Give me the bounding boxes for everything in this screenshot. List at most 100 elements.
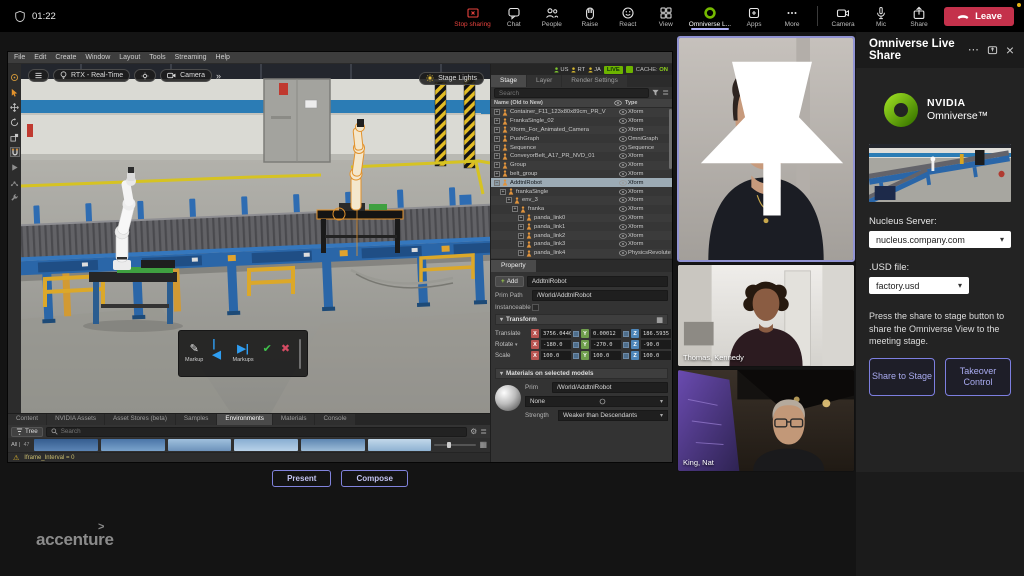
raise-hand-button[interactable]: Raise	[575, 4, 605, 28]
viewport-settings-button[interactable]	[134, 69, 156, 82]
stage-tree-row[interactable]: + panda_link1 Xform	[491, 222, 672, 231]
environment-thumbnail[interactable]	[34, 439, 98, 451]
transform-section-header[interactable]: ▾ Transform ▦	[495, 314, 668, 325]
all-filter-label[interactable]: All |	[11, 442, 21, 448]
markup-scrollbar[interactable]	[299, 339, 301, 369]
stage-tree-row[interactable]: + panda_link3 Xform	[491, 240, 672, 249]
visibility-eye-icon[interactable]	[618, 197, 628, 203]
expander-icon[interactable]: +	[518, 241, 524, 247]
markup-pencil-button[interactable]: ✎ Markup	[185, 344, 203, 363]
content-tab[interactable]: Materials	[273, 414, 315, 425]
content-tab[interactable]: Content	[8, 414, 46, 425]
visibility-eye-icon[interactable]	[618, 241, 628, 247]
stage-tree-row[interactable]: + env_3 Xform	[491, 196, 672, 205]
environment-thumbnail[interactable]	[368, 439, 432, 451]
move-tool-icon[interactable]	[10, 102, 20, 112]
tree-scrollbar[interactable]	[669, 109, 672, 169]
popout-icon[interactable]	[987, 44, 998, 57]
grid-view-icon[interactable]: ▦	[479, 441, 487, 449]
filter-icon[interactable]	[652, 89, 659, 98]
menu-item[interactable]: Help	[216, 54, 230, 61]
prim-name-field[interactable]: AddtnlRobot	[527, 276, 668, 287]
chat-button[interactable]: Chat	[499, 4, 529, 28]
x-value-field[interactable]: -180.0	[541, 340, 571, 349]
stage-tree-row[interactable]: + franka Xform	[491, 205, 672, 214]
play-icon[interactable]	[10, 162, 20, 172]
stage-search-input[interactable]	[499, 90, 644, 97]
content-tab[interactable]: Environments	[217, 414, 272, 425]
visibility-eye-icon[interactable]	[618, 145, 628, 151]
environment-thumbnail[interactable]	[168, 439, 232, 451]
gear-icon[interactable]: ⚙	[470, 428, 477, 436]
expander-icon[interactable]: +	[518, 215, 524, 221]
select-tool-icon[interactable]	[10, 87, 20, 97]
x-lock-checkbox[interactable]	[573, 331, 579, 337]
pinned-participant-video[interactable]	[677, 36, 855, 262]
content-tab[interactable]: Samples	[176, 414, 217, 425]
expander-icon[interactable]: +	[494, 127, 500, 133]
compose-button[interactable]: Compose	[341, 470, 407, 487]
expander-icon[interactable]: +	[506, 197, 512, 203]
environment-thumbnail[interactable]	[101, 439, 165, 451]
materials-section-header[interactable]: ▾ Materials on selected models	[495, 368, 668, 379]
markup-next-button[interactable]: ▶| Markups	[233, 344, 254, 363]
visibility-eye-icon[interactable]	[618, 118, 628, 124]
y-value-field[interactable]: 0.00012	[591, 329, 621, 338]
wrench-tool-icon[interactable]	[10, 192, 20, 202]
visibility-eye-icon[interactable]	[618, 189, 628, 195]
usd-file-select[interactable]: factory.usd ▾	[869, 277, 969, 294]
visibility-eye-icon[interactable]	[618, 127, 628, 133]
rotate-tool-icon[interactable]	[10, 117, 20, 127]
people-button[interactable]: People	[537, 4, 567, 28]
visibility-eye-icon[interactable]	[618, 215, 628, 221]
expander-icon[interactable]: +	[494, 153, 500, 159]
panel-tab[interactable]: Layer	[527, 75, 561, 87]
stage-tree-row[interactable]: + panda_link2 Xform	[491, 231, 672, 240]
stage-tree-row[interactable]: + Xform_For_Animated_Camera Xform	[491, 126, 672, 135]
instanceable-checkbox[interactable]	[532, 304, 539, 311]
stage-tree-row[interactable]: + Sequence Sequence	[491, 143, 672, 152]
stage-tree-row[interactable]: + panda_link0 Xform	[491, 214, 672, 223]
expander-icon[interactable]: +	[518, 233, 524, 239]
visibility-eye-icon[interactable]	[618, 162, 628, 168]
nucleus-server-select[interactable]: nucleus.company.com ▾	[869, 231, 1011, 248]
x-value-field[interactable]: 100.0	[541, 351, 571, 360]
prim-path-field[interactable]: /World/AddtnlRobot	[532, 290, 668, 301]
present-button[interactable]: Present	[272, 470, 331, 487]
view-button[interactable]: View	[651, 4, 681, 28]
z-value-field[interactable]: 100.0	[641, 351, 671, 360]
y-lock-checkbox[interactable]	[623, 342, 629, 348]
list-view-icon[interactable]: ≣	[480, 428, 487, 436]
stage-tree-row[interactable]: + PushGraph OmniGraph	[491, 134, 672, 143]
mic-button[interactable]: Mic	[866, 4, 896, 28]
stage-tree-row[interactable]: + panda_link4 PhysicsRevolute	[491, 249, 672, 258]
environment-thumbnail[interactable]	[301, 439, 365, 451]
camera-selector[interactable]: Camera	[160, 69, 212, 82]
z-value-field[interactable]: -90.0	[641, 340, 671, 349]
share-button[interactable]: Share	[904, 4, 934, 28]
menu-item[interactable]: Window	[85, 54, 110, 61]
viewport-3d[interactable]: RTX - Real-Time Camera » Stage Lights	[8, 64, 490, 413]
stage-tree-row[interactable]: + FrankaSingle_02 Xform	[491, 117, 672, 126]
stage-tree-row[interactable]: + belt_group Xform	[491, 170, 672, 179]
material-dropdown[interactable]: None ▾	[525, 396, 668, 407]
share-to-stage-button[interactable]: Share to Stage	[869, 358, 935, 396]
expander-icon[interactable]: +	[518, 224, 524, 230]
visibility-eye-icon[interactable]	[618, 153, 628, 159]
expander-icon[interactable]: +	[494, 118, 500, 124]
visibility-eye-icon[interactable]	[618, 206, 628, 212]
expander-icon[interactable]: +	[494, 136, 500, 142]
menu-item[interactable]: File	[14, 54, 25, 61]
property-tab[interactable]: Property	[491, 260, 536, 272]
expander-icon[interactable]: +	[494, 109, 500, 115]
expander-icon[interactable]: +	[494, 171, 500, 177]
camera-button[interactable]: Camera	[828, 4, 858, 28]
material-prim-field[interactable]: /World/AddtnlRobot	[552, 382, 668, 393]
visibility-eye-icon[interactable]	[618, 109, 628, 115]
stage-tree-row[interactable]: + ConveyorBelt_A17_PR_NVD_01 Xform	[491, 152, 672, 161]
panel-tab[interactable]: Stage	[491, 75, 526, 87]
more-button[interactable]: More	[777, 4, 807, 28]
menu-item[interactable]: Edit	[34, 54, 46, 61]
menu-item[interactable]: Layout	[119, 54, 140, 61]
react-button[interactable]: React	[613, 4, 643, 28]
